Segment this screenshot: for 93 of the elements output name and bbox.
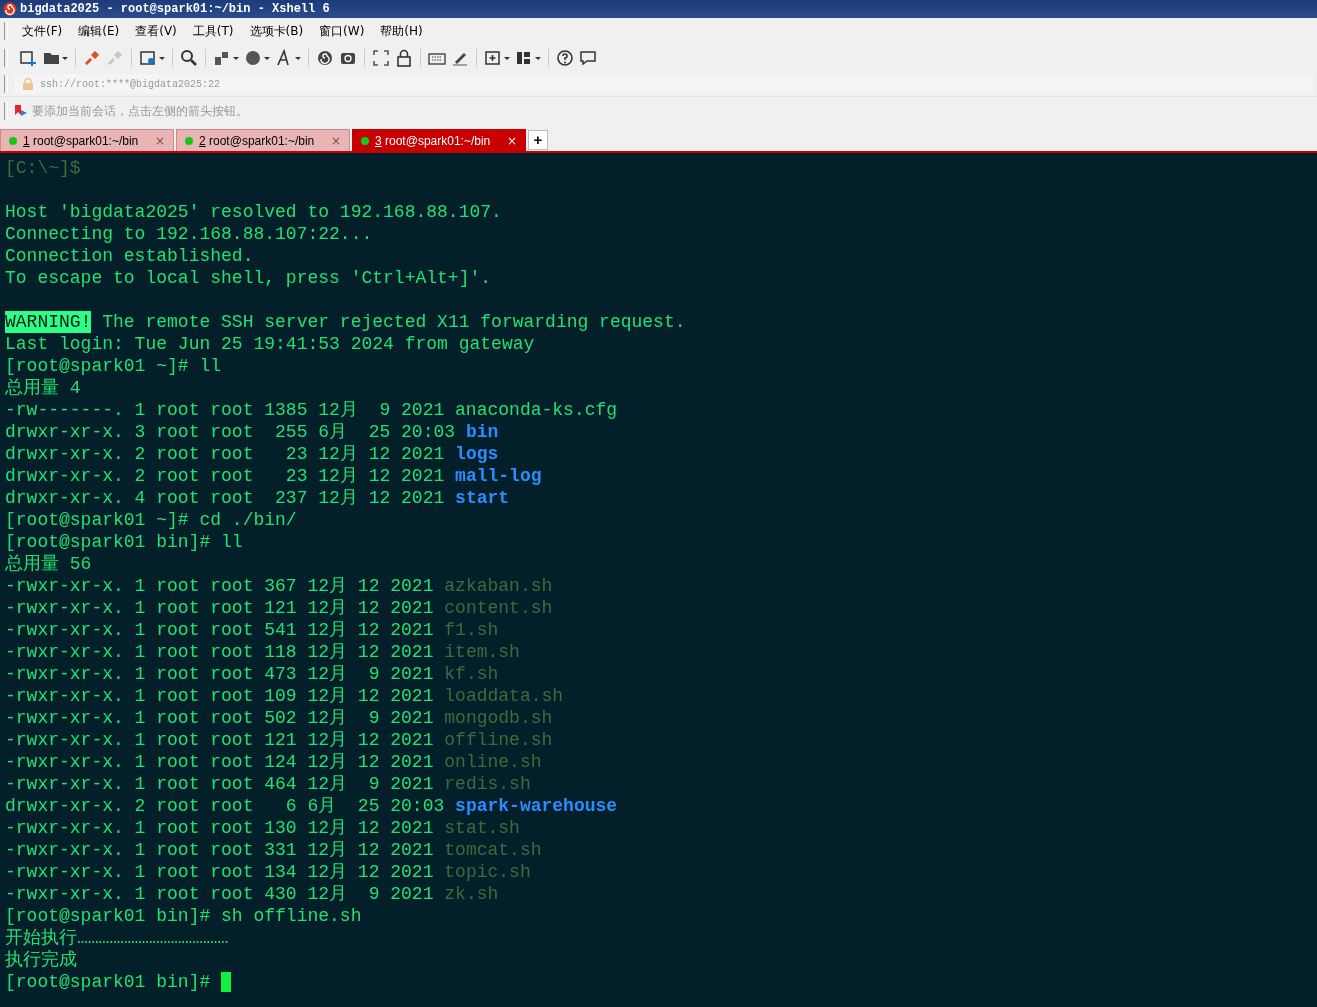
terminal-text: [root@spark01 bin]# sh offline.sh — [5, 905, 362, 927]
layout-dropdown-icon[interactable] — [515, 49, 541, 67]
terminal-text: Last login: Tue Jun 25 19:41:53 2024 from gateway — [5, 333, 535, 355]
directory-name: spark-warehouse — [455, 795, 618, 817]
close-icon[interactable]: × — [506, 133, 517, 148]
terminal-text: -rwxr-xr-x. 1 root root 121 12月 12 2021 — [5, 597, 435, 619]
terminal-text: -rwxr-xr-x. 1 root root 130 12月 12 2021 — [5, 817, 435, 839]
help-icon[interactable] — [556, 49, 574, 67]
terminal-text: tomcat.sh — [444, 839, 542, 861]
menu-item[interactable]: 文件(F) — [14, 22, 71, 40]
terminal-text: -rwxr-xr-x. 1 root root 367 12月 12 2021 — [5, 575, 435, 597]
terminal-text: f1.sh — [444, 619, 499, 641]
terminal-text: topic.sh — [444, 861, 531, 883]
terminal-text: content.sh — [444, 597, 553, 619]
terminal-text: drwxr-xr-x. 2 root root 23 12月 12 2021 — [5, 443, 446, 465]
terminal-text: [root@spark01 ~]# cd ./bin/ — [5, 509, 297, 531]
directory-name: bin — [465, 421, 499, 443]
terminal-text: -rwxr-xr-x. 1 root root 502 12月 9 2021 — [5, 707, 435, 729]
terminal-text: zk.sh — [444, 883, 499, 905]
terminal-text: -rwxr-xr-x. 1 root root 124 12月 12 2021 — [5, 751, 435, 773]
terminal-text: 开始执行…………………………………… — [5, 927, 229, 949]
terminal-text: [root@spark01 ~]# ll — [5, 355, 222, 377]
status-dot-icon — [185, 136, 193, 145]
terminal-text: -rwxr-xr-x. 1 root root 464 12月 9 2021 — [5, 773, 435, 795]
terminal-text: loaddata.sh — [444, 685, 564, 707]
terminal-text: redis.sh — [444, 773, 531, 795]
spiral-icon[interactable] — [316, 49, 334, 67]
terminal-text: offline.sh — [444, 729, 553, 751]
terminal-text: -rw-------. 1 root root 1385 12月 9 2021 anaconda-ks.cfg — [5, 399, 618, 421]
settings-dropdown-icon[interactable] — [139, 49, 165, 67]
terminal-text: [root@spark01 bin]# ll — [5, 531, 243, 553]
search-icon[interactable] — [180, 49, 198, 67]
tab-label: 3 root@spark01:~/bin — [375, 133, 492, 148]
terminal-text: 总用量 56 — [5, 553, 92, 575]
new-window-icon[interactable] — [19, 49, 37, 67]
session-tab[interactable]: 3 root@spark01:~/bin × — [352, 129, 526, 151]
terminal-text: -rwxr-xr-x. 1 root root 109 12月 12 2021 — [5, 685, 435, 707]
hint-text: 要添加当前会话，点击左侧的箭头按钮。 — [32, 102, 248, 120]
terminal-text: [C:\~]$ — [5, 157, 81, 179]
terminal-text: -rwxr-xr-x. 1 root root 118 12月 12 2021 — [5, 641, 435, 663]
terminal-text: -rwxr-xr-x. 1 root root 134 12月 12 2021 — [5, 861, 435, 883]
terminal-text: drwxr-xr-x. 2 root root 23 12月 12 2021 — [5, 465, 446, 487]
add-dropdown-icon[interactable] — [484, 49, 510, 67]
terminal-text: -rwxr-xr-x. 1 root root 430 12月 9 2021 — [5, 883, 435, 905]
directory-name: mall-log — [455, 465, 542, 487]
terminal-text: stat.sh — [444, 817, 520, 839]
tab-label: 2 root@spark01:~/bin — [199, 133, 316, 148]
status-dot-icon — [361, 136, 369, 145]
menu-item[interactable]: 查看(V) — [127, 22, 185, 40]
lock-icon — [22, 78, 34, 90]
terminal-text: 总用量 4 — [5, 377, 81, 399]
menu-item[interactable]: 帮助(H) — [372, 22, 431, 40]
terminal-text: drwxr-xr-x. 4 root root 237 12月 12 2021 — [5, 487, 446, 509]
terminal-text: To escape to local shell, press 'Ctrl+Alt+]'. — [5, 267, 492, 289]
terminal-text: -rwxr-xr-x. 1 root root 473 12月 9 2021 — [5, 663, 435, 685]
terminal-text: drwxr-xr-x. 3 root root 255 6月 25 20:03 — [5, 421, 457, 443]
terminal-text: [root@spark01 bin]# — [5, 971, 212, 993]
close-icon[interactable]: × — [330, 133, 341, 148]
terminal-text: azkaban.sh — [444, 575, 553, 597]
session-tab[interactable]: 1 root@spark01:~/bin × — [0, 129, 174, 151]
new-tab-button[interactable]: + — [528, 130, 548, 150]
menu-item[interactable]: 工具(T) — [184, 22, 242, 40]
terminal-text: kf.sh — [444, 663, 499, 685]
menu-item[interactable]: 窗口(W) — [311, 22, 373, 40]
terminal-text: -rwxr-xr-x. 1 root root 121 12月 12 2021 — [5, 729, 435, 751]
terminal-text: -rwxr-xr-x. 1 root root 541 12月 12 2021 — [5, 619, 435, 641]
tab-label: 1 root@spark01:~/bin — [23, 133, 140, 148]
terminal-text: drwxr-xr-x. 2 root root 6 6月 25 20:03 — [5, 795, 446, 817]
spiral-logo-icon — [3, 2, 17, 16]
connect-plug-icon[interactable] — [83, 49, 101, 67]
terminal-text: item.sh — [444, 641, 520, 663]
terminal-text: Connection established. — [5, 245, 254, 267]
close-icon[interactable]: × — [154, 133, 165, 148]
directory-name: start — [455, 487, 510, 509]
terminal-text: -rwxr-xr-x. 1 root root 331 12月 12 2021 — [5, 839, 435, 861]
bookmark-arrow-icon[interactable] — [14, 104, 28, 118]
fullscreen-icon[interactable] — [372, 49, 390, 67]
directory-name: logs — [455, 443, 499, 465]
menu-item[interactable]: 编辑(E) — [70, 22, 128, 40]
terminal-text: mongodb.sh — [444, 707, 553, 729]
lock-icon[interactable] — [395, 49, 413, 67]
terminal-text: The remote SSH server rejected X11 forwarding request. — [101, 311, 686, 333]
terminal-text: Host 'bigdata2025' resolved to 192.168.88.107. — [5, 201, 502, 223]
status-dot-icon — [9, 136, 17, 145]
font-dropdown-icon[interactable] — [275, 49, 301, 67]
menu-item[interactable]: 选项卡(B) — [241, 22, 312, 40]
terminal-text: Connecting to 192.168.88.107:22... — [5, 223, 373, 245]
terminal-text: online.sh — [444, 751, 542, 773]
window-title: bigdata2025 - root@spark01:~/bin - Xshell 6 — [20, 2, 330, 16]
warning-label: WARNING! — [5, 311, 92, 333]
chat-bubble-icon[interactable] — [579, 49, 597, 67]
terminal-text: 执行完成 — [5, 949, 77, 971]
session-tab[interactable]: 2 root@spark01:~/bin × — [176, 129, 350, 151]
